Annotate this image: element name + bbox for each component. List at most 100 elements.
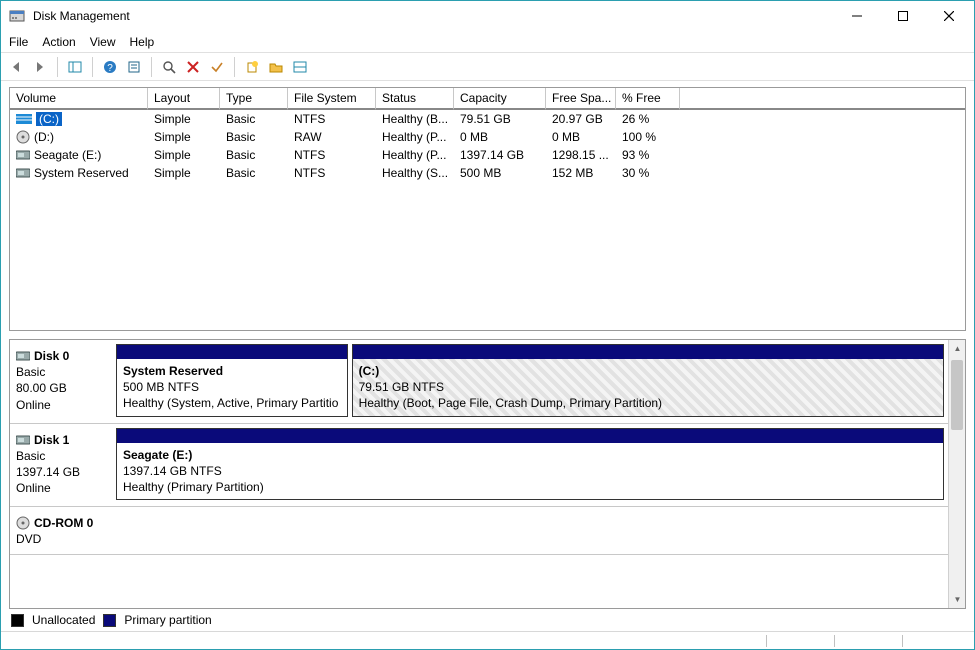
menubar: File Action View Help [1, 31, 974, 53]
volume-type: Basic [220, 166, 288, 180]
col-pctfree[interactable]: % Free [616, 88, 680, 110]
col-freespace[interactable]: Free Spa... [546, 88, 616, 110]
partition-status: Healthy (Boot, Page File, Crash Dump, Pr… [359, 395, 937, 411]
optical-icon [16, 516, 30, 530]
volume-name: (D:) [34, 130, 54, 144]
table-row[interactable]: (C:)SimpleBasicNTFSHealthy (B...79.51 GB… [10, 110, 965, 128]
volume-capacity: 500 MB [454, 166, 546, 180]
legend-swatch-unallocated [11, 614, 24, 627]
layout-icon[interactable] [291, 58, 309, 76]
volume-fs: NTFS [288, 112, 376, 126]
check-icon[interactable] [208, 58, 226, 76]
disk-state: Online [16, 397, 112, 413]
disk-state: Online [16, 480, 112, 496]
window-maximize-button[interactable] [880, 1, 926, 31]
disk-management-window: Disk Management File Action View Help ? … [0, 0, 975, 650]
content-area: Volume Layout Type File System Status Ca… [1, 81, 974, 631]
table-row[interactable]: System ReservedSimpleBasicNTFSHealthy (S… [10, 164, 965, 182]
show-hide-console-tree-icon[interactable] [66, 58, 84, 76]
titlebar: Disk Management [1, 1, 974, 31]
volume-layout: Simple [148, 166, 220, 180]
volume-free: 152 MB [546, 166, 616, 180]
col-volume[interactable]: Volume [10, 88, 148, 110]
volume-type: Basic [220, 112, 288, 126]
col-filesystem[interactable]: File System [288, 88, 376, 110]
nav-back-icon[interactable] [7, 58, 25, 76]
col-layout[interactable]: Layout [148, 88, 220, 110]
volume-status: Healthy (S... [376, 166, 454, 180]
partition-sub: 500 MB NTFS [123, 379, 341, 395]
menu-view[interactable]: View [90, 35, 116, 49]
menu-help[interactable]: Help [130, 35, 155, 49]
volume-rows: (C:)SimpleBasicNTFSHealthy (B...79.51 GB… [10, 110, 965, 182]
partition-title: System Reserved [123, 363, 341, 379]
volume-capacity: 79.51 GB [454, 112, 546, 126]
partition-status: Healthy (System, Active, Primary Partiti… [123, 395, 341, 411]
volume-list: Volume Layout Type File System Status Ca… [9, 87, 966, 331]
app-icon [9, 8, 25, 24]
volume-status: Healthy (P... [376, 148, 454, 162]
disk-title: Disk 1 [34, 432, 69, 448]
properties-icon[interactable] [125, 58, 143, 76]
partition[interactable]: Seagate (E:)1397.14 GB NTFSHealthy (Prim… [116, 428, 944, 501]
nav-forward-icon[interactable] [31, 58, 49, 76]
col-status[interactable]: Status [376, 88, 454, 110]
col-capacity[interactable]: Capacity [454, 88, 546, 110]
disk-label: CD-ROM 0DVD [14, 511, 116, 547]
volume-free: 20.97 GB [546, 112, 616, 126]
open-icon[interactable] [267, 58, 285, 76]
volume-pctfree: 93 % [616, 148, 680, 162]
menu-file[interactable]: File [9, 35, 28, 49]
partition-sub: 1397.14 GB NTFS [123, 463, 937, 479]
disk-type: Basic [16, 448, 112, 464]
partition-title: Seagate (E:) [123, 447, 937, 463]
window-minimize-button[interactable] [834, 1, 880, 31]
menu-action[interactable]: Action [42, 35, 75, 49]
table-row[interactable]: (D:)SimpleBasicRAWHealthy (P...0 MB0 MB1… [10, 128, 965, 146]
volume-pctfree: 100 % [616, 130, 680, 144]
new-icon[interactable] [243, 58, 261, 76]
volume-capacity: 0 MB [454, 130, 546, 144]
find-icon[interactable] [160, 58, 178, 76]
partition[interactable]: System Reserved500 MB NTFSHealthy (Syste… [116, 344, 348, 417]
legend: Unallocated Primary partition [9, 611, 966, 627]
vertical-scrollbar[interactable]: ▲ ▼ [948, 340, 965, 608]
legend-swatch-primary [103, 614, 116, 627]
legend-primary: Primary partition [124, 613, 211, 627]
disk-graphical-view: Disk 0Basic80.00 GBOnlineSystem Reserved… [9, 339, 966, 609]
partition-sub: 79.51 GB NTFS [359, 379, 937, 395]
toolbar: ? [1, 53, 974, 81]
statusbar [1, 631, 974, 649]
scroll-thumb[interactable] [951, 360, 963, 430]
col-type[interactable]: Type [220, 88, 288, 110]
window-title: Disk Management [33, 9, 834, 23]
volume-icon [16, 150, 30, 160]
volume-icon [16, 168, 30, 178]
window-close-button[interactable] [926, 1, 972, 31]
disk-size: 1397.14 GB [16, 464, 112, 480]
disk-size: 80.00 GB [16, 380, 112, 396]
col-spacer [680, 88, 965, 110]
volume-status: Healthy (P... [376, 130, 454, 144]
table-row[interactable]: Seagate (E:)SimpleBasicNTFSHealthy (P...… [10, 146, 965, 164]
volume-fs: RAW [288, 130, 376, 144]
disk-list: Disk 0Basic80.00 GBOnlineSystem Reserved… [10, 340, 948, 608]
volume-name: (C:) [36, 112, 62, 126]
disk-label: Disk 0Basic80.00 GBOnline [14, 344, 116, 417]
volume-fs: NTFS [288, 148, 376, 162]
scroll-down-icon[interactable]: ▼ [949, 591, 966, 608]
svg-text:?: ? [107, 63, 113, 74]
partitions: System Reserved500 MB NTFSHealthy (Syste… [116, 344, 944, 417]
volume-free: 1298.15 ... [546, 148, 616, 162]
partition-colorbar [117, 345, 347, 359]
scroll-up-icon[interactable]: ▲ [949, 340, 966, 357]
disk-type: DVD [16, 531, 112, 547]
disk-title: Disk 0 [34, 348, 69, 364]
optical-icon [16, 130, 30, 144]
partition[interactable]: (C:)79.51 GB NTFSHealthy (Boot, Page Fil… [352, 344, 944, 417]
delete-icon[interactable] [184, 58, 202, 76]
disk-row: Disk 0Basic80.00 GBOnlineSystem Reserved… [10, 340, 948, 424]
volume-capacity: 1397.14 GB [454, 148, 546, 162]
help-icon[interactable]: ? [101, 58, 119, 76]
legend-unallocated: Unallocated [32, 613, 95, 627]
